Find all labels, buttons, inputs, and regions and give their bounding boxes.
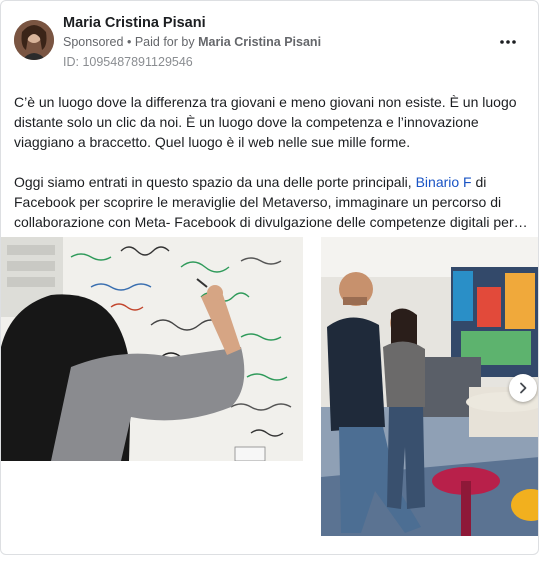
- carousel-image-2[interactable]: [321, 237, 538, 536]
- meta-separator: •: [126, 35, 132, 49]
- paid-for-prefix: Paid for by: [134, 35, 195, 49]
- chevron-right-icon: [520, 382, 527, 394]
- sponsored-line: Sponsored • Paid for by Maria Cristina P…: [63, 35, 321, 49]
- post-text: C’è un luogo dove la differenza tra giov…: [14, 92, 529, 232]
- whiteboard-photo: [1, 237, 303, 461]
- avatar-photo: [14, 20, 54, 60]
- post-paragraph-1: C’è un luogo dove la differenza tra giov…: [14, 94, 517, 150]
- more-options-button[interactable]: [497, 31, 519, 51]
- carousel-image-1[interactable]: [1, 237, 303, 461]
- paragraph2-text-start: Oggi siamo entrati in questo spazio da u…: [14, 174, 416, 190]
- ad-id: ID: 1095487891129546: [63, 55, 193, 69]
- author-avatar[interactable]: [14, 20, 54, 60]
- sponsored-label: Sponsored: [63, 35, 124, 49]
- office-photo: [321, 237, 538, 536]
- carousel-next-button[interactable]: [509, 374, 537, 402]
- paragraph2-truncated-line[interactable]: collaborazione con Meta- Facebook di div…: [14, 214, 528, 230]
- paid-for-name: Maria Cristina Pisani: [198, 35, 322, 49]
- more-dots-icon: [500, 40, 516, 44]
- post-paragraph-2: Oggi siamo entrati in questo spazio da u…: [14, 172, 529, 232]
- ad-post-card: Maria Cristina Pisani Sponsored • Paid f…: [0, 0, 539, 555]
- author-name[interactable]: Maria Cristina Pisani: [63, 15, 206, 31]
- binario-f-link[interactable]: Binario F: [416, 174, 472, 190]
